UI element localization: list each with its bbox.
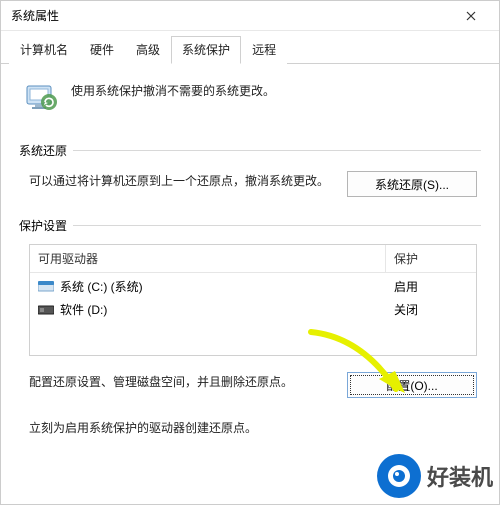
tab-computer-name[interactable]: 计算机名 — [9, 36, 79, 64]
titlebar: 系统属性 — [1, 1, 499, 31]
drive-row[interactable]: 系统 (C:) (系统) 启用 — [30, 275, 476, 298]
drive-row[interactable]: 软件 (D:) 关闭 — [30, 298, 476, 321]
drive-list-body: 系统 (C:) (系统) 启用 软件 (D:) 关闭 — [30, 273, 476, 355]
tab-hardware[interactable]: 硬件 — [79, 36, 125, 64]
section-rule — [73, 150, 481, 151]
watermark-text: 好装机 — [427, 460, 493, 492]
system-protection-icon — [23, 78, 59, 114]
drive-list-header: 可用驱动器 保护 — [30, 245, 476, 273]
drive-status: 关闭 — [386, 298, 476, 321]
col-header-status[interactable]: 保护 — [386, 245, 476, 272]
tab-content: 使用系统保护撤消不需要的系统更改。 系统还原 可以通过将计算机还原到上一个还原点… — [1, 64, 499, 460]
watermark-logo-icon — [377, 454, 421, 498]
section-protection-settings: 保护设置 — [19, 217, 481, 234]
create-row: 立刻为启用系统保护的驱动器创建还原点。 — [19, 416, 481, 450]
system-restore-button[interactable]: 系统还原(S)... — [347, 171, 477, 197]
configure-button[interactable]: 配置(O)... — [347, 372, 477, 398]
watermark: 好装机 — [377, 454, 493, 498]
drive-status: 启用 — [386, 275, 476, 298]
section-label: 保护设置 — [19, 217, 73, 234]
configure-desc: 配置还原设置、管理磁盘空间，并且删除还原点。 — [29, 372, 335, 392]
drive-name: 系统 (C:) (系统) — [60, 278, 143, 295]
tab-system-protection[interactable]: 系统保护 — [171, 36, 241, 64]
tab-remote[interactable]: 远程 — [241, 36, 287, 64]
configure-row: 配置还原设置、管理磁盘空间，并且删除还原点。 配置(O)... — [19, 370, 481, 404]
section-rule — [73, 225, 481, 226]
drive-list[interactable]: 可用驱动器 保护 系统 (C:) (系统) 启用 — [29, 244, 477, 356]
intro-text: 使用系统保护撤消不需要的系统更改。 — [71, 78, 275, 99]
window-title: 系统属性 — [11, 7, 59, 24]
intro-row: 使用系统保护撤消不需要的系统更改。 — [19, 74, 481, 128]
drive-system-icon — [38, 281, 54, 293]
drive-name: 软件 (D:) — [60, 301, 107, 318]
close-button[interactable] — [451, 2, 491, 30]
restore-row: 可以通过将计算机还原到上一个还原点，撤消系统更改。 系统还原(S)... — [19, 169, 481, 203]
tab-advanced[interactable]: 高级 — [125, 36, 171, 64]
drive-icon — [38, 304, 54, 316]
col-header-name[interactable]: 可用驱动器 — [30, 245, 386, 272]
section-label: 系统还原 — [19, 142, 73, 159]
section-system-restore: 系统还原 — [19, 142, 481, 159]
close-icon — [466, 11, 476, 21]
restore-desc: 可以通过将计算机还原到上一个还原点，撤消系统更改。 — [29, 171, 335, 191]
create-desc: 立刻为启用系统保护的驱动器创建还原点。 — [29, 418, 335, 438]
system-properties-window: 系统属性 计算机名 硬件 高级 系统保护 远程 — [0, 0, 500, 505]
tab-strip: 计算机名 硬件 高级 系统保护 远程 — [1, 31, 499, 64]
